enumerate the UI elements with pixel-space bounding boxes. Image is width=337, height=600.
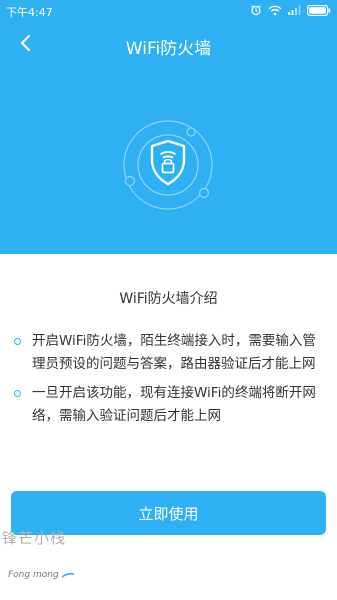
status-time: 下午4:47 bbox=[6, 6, 53, 19]
navigation-bar: WiFi防火墙 bbox=[0, 28, 337, 64]
list-item: 开启WiFi防火墙，陌生终端接入时，需要输入管理员预设的问题与答案，路由器验证后… bbox=[14, 330, 324, 376]
signal-icon bbox=[288, 5, 301, 15]
list-item: 一旦开启该功能，现有连接WiFi的终端将断开网络，需输入验证问题后才能上网 bbox=[14, 382, 324, 428]
watermark-logo-text: Fong mong bbox=[8, 570, 59, 580]
status-icons bbox=[250, 3, 331, 17]
list-item-text: 一旦开启该功能，现有连接WiFi的终端将断开网络，需输入验证问题后才能上网 bbox=[32, 385, 316, 424]
bullet-icon bbox=[14, 338, 21, 345]
intro-title: WiFi防火墙介绍 bbox=[119, 291, 218, 307]
page-title: WiFi防火墙 bbox=[125, 39, 212, 59]
list-item-text: 开启WiFi防火墙，陌生终端接入时，需要输入管理员预设的问题与答案，路由器验证后… bbox=[32, 333, 316, 372]
swoosh-icon bbox=[61, 572, 74, 578]
wifi-icon bbox=[268, 5, 282, 16]
battery-icon bbox=[307, 4, 331, 16]
shield-illustration bbox=[118, 115, 218, 215]
shield-lock-icon bbox=[123, 120, 213, 210]
intro-list: 开启WiFi防火墙，陌生终端接入时，需要输入管理员预设的问题与答案，路由器验证后… bbox=[14, 330, 324, 428]
watermark-logo: Fong mong bbox=[8, 570, 74, 580]
bullet-icon bbox=[14, 390, 21, 397]
status-bar: 下午4:47 bbox=[0, 0, 337, 22]
alarm-icon bbox=[250, 4, 262, 16]
watermark-text: 锋芒小栈 bbox=[2, 529, 67, 547]
header-banner: 下午4:47 WiFi防火墙 bbox=[0, 0, 337, 254]
